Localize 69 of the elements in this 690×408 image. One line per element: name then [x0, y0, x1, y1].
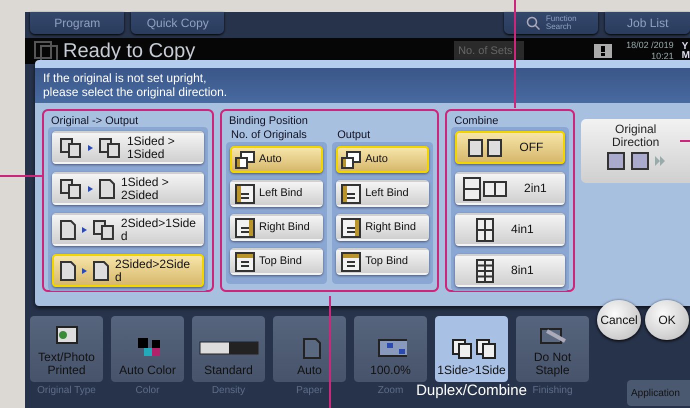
binding-option[interactable]: Right Bind [230, 214, 324, 241]
key-caption: Original Type [37, 385, 96, 396]
page-icon [60, 260, 76, 280]
binding-option[interactable]: Left Bind [230, 180, 324, 207]
time-text: 10:21 [651, 51, 674, 62]
top-tab[interactable]: Job List [605, 12, 690, 34]
combine-option[interactable]: 2in1 [455, 172, 566, 205]
top-tab[interactable]: Program [30, 12, 124, 34]
binding-option[interactable]: Left Bind [336, 180, 430, 207]
double-arrow-icon [654, 156, 665, 166]
binding-option[interactable]: Right Bind [336, 214, 430, 241]
binding-option[interactable]: Auto [230, 146, 324, 173]
original-direction-button[interactable]: Original Direction [581, 119, 690, 183]
page-orientation-icon [606, 152, 625, 170]
key-caption: Zoom [378, 385, 404, 396]
combine-option[interactable]: 4in1 [455, 213, 566, 246]
binding-option[interactable]: Top Bind [336, 248, 430, 275]
binding-page-icon [341, 252, 362, 272]
two-in-one-icon [463, 176, 508, 200]
page-icon [93, 260, 109, 280]
binding-page-icon [235, 218, 255, 238]
column-title: Output [337, 129, 372, 141]
original-output-option[interactable]: 2Sided>2Side d [52, 254, 204, 287]
key-caption: Color [136, 385, 160, 396]
two-pages-icon [99, 138, 121, 158]
function-key[interactable]: 1Side>1Side [435, 316, 508, 382]
screen-title: Ready to Copy [63, 40, 196, 62]
column-title: No. of Originals [231, 129, 308, 141]
group-title: Binding Position [229, 115, 309, 127]
four-in-one-icon [476, 218, 494, 242]
eight-in-one-icon [476, 258, 494, 282]
key-caption: Finishing [532, 385, 573, 396]
arrow-icon [82, 226, 87, 232]
group-title: Original -> Output [51, 115, 140, 127]
page-icon [60, 220, 76, 240]
two-pages-icon [60, 138, 82, 158]
binding-page-icon [341, 218, 362, 238]
toner-label: Y [682, 42, 688, 51]
toner-label: M [682, 51, 690, 60]
page-icon [99, 178, 115, 198]
date-text: 18/02 /2019 [626, 40, 674, 51]
two-pages-icon [60, 178, 82, 198]
original-output-option[interactable]: 1Sided > 1Sided [52, 131, 204, 164]
arrow-icon [88, 144, 93, 150]
key-caption: Duplex/Combine [416, 382, 527, 399]
binding-page-icon [235, 252, 255, 272]
arrow-icon [88, 186, 93, 192]
dialog-message: If the original is not set upright, please select the original direction. [35, 68, 690, 103]
pages-icon [341, 150, 362, 168]
key-caption: Paper [296, 385, 323, 396]
two-pages-icon [467, 138, 504, 158]
two-pages-icon [92, 220, 115, 240]
original-output-option[interactable]: 2Sided>1Side d [52, 213, 204, 246]
pages-icon [235, 150, 255, 168]
search-icon [526, 16, 540, 30]
combine-option[interactable]: 8in1 [455, 254, 566, 287]
function-search-tab[interactable]: Function Search [504, 12, 598, 34]
binding-option[interactable]: Auto [336, 146, 430, 173]
page-orientation-icon [630, 152, 649, 170]
original-output-option[interactable]: 1Sided > 2Sided [52, 172, 204, 205]
combine-option[interactable]: OFF [455, 131, 566, 164]
top-tab[interactable]: Quick Copy [131, 12, 224, 34]
binding-page-icon [341, 184, 362, 204]
key-caption: Density [212, 385, 246, 396]
arrow-icon [82, 268, 87, 274]
group-title: Combine [454, 115, 500, 127]
warning-icon [594, 44, 612, 58]
binding-page-icon [235, 184, 255, 204]
binding-option[interactable]: Top Bind [230, 248, 324, 275]
